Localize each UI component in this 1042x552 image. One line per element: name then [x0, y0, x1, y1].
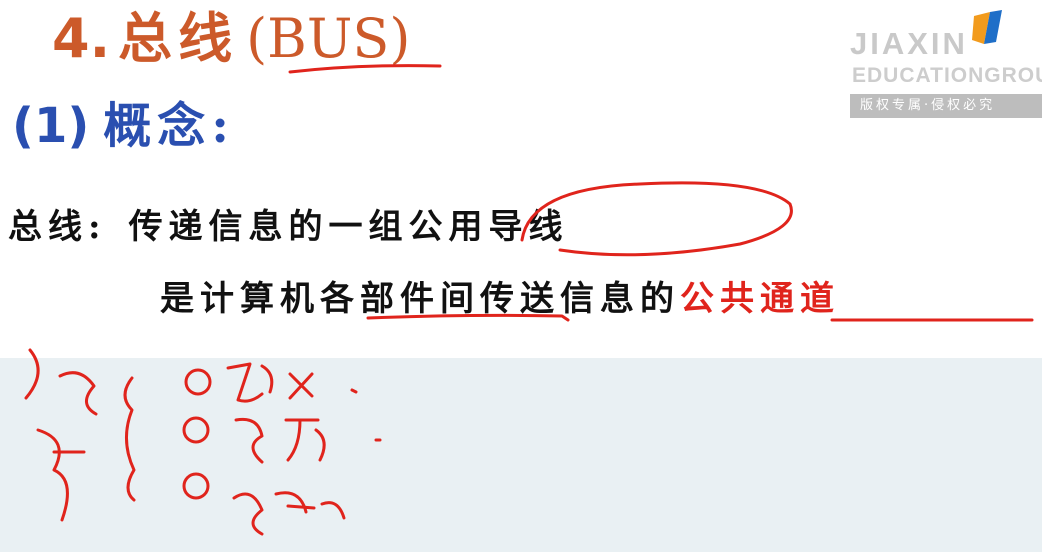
note-scribble-word	[24, 348, 98, 522]
note-scribble-3	[232, 491, 346, 536]
note-brace	[123, 376, 136, 502]
note-scribble-1	[226, 362, 314, 403]
part-underline	[366, 313, 570, 322]
handwritten-annotations	[24, 64, 1034, 536]
note-circle-3	[182, 472, 210, 500]
note-circle-1	[184, 368, 212, 396]
note-circle-2	[182, 416, 210, 444]
title-underline	[288, 64, 442, 74]
note-mark	[350, 388, 382, 442]
highlight-oval	[520, 181, 793, 257]
note-scribble-2	[234, 417, 326, 464]
